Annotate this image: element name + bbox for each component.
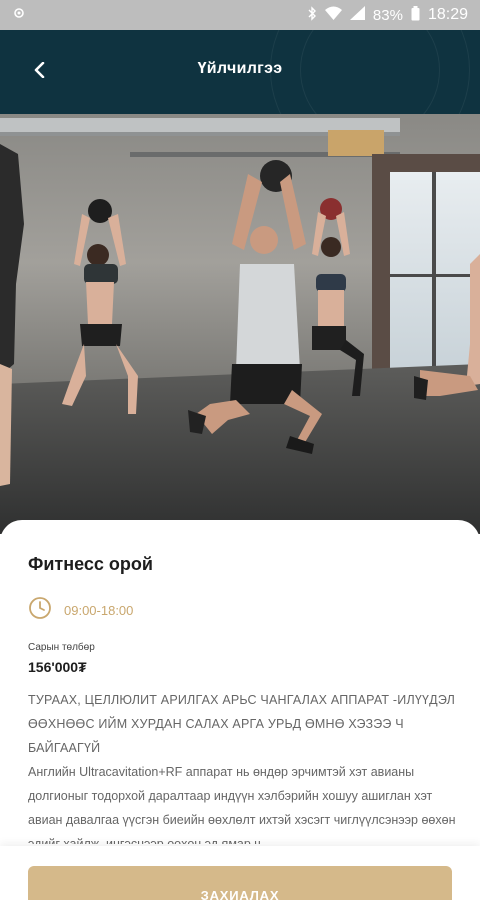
price-value: 156'000₮ [28,659,87,675]
app-notification-icon [12,6,26,24]
status-bar: 83% 18:29 [0,0,480,30]
price-label: Сарын төлбөр [28,642,95,653]
clock-icon [28,596,52,625]
description-body: Английн Ultracavitation+RF аппарат нь өн… [28,765,456,844]
service-title: Фитнесс орой [28,554,153,574]
description-heading: ТУРААХ, ЦЕЛЛЮЛИТ АРИЛГАХ АРЬС ЧАНГАЛАХ А… [28,693,455,755]
wifi-icon [324,6,342,24]
page-title: Үйлчилгээ [197,60,283,77]
hours-text: 09:00-18:00 [64,603,134,618]
battery-percent: 83% [372,6,403,24]
battery-icon [411,5,420,25]
order-button[interactable]: ЗАХИАЛАХ [28,866,452,900]
clock-time: 18:29 [427,6,468,23]
signal-icon [349,6,365,24]
hero-image [0,114,480,534]
bluetooth-icon [307,5,317,25]
app-header: Үйлчилгээ [0,30,480,114]
service-hours: 09:00-18:00 [28,596,133,625]
service-detail-card: Фитнесс орой 09:00-18:00 Сарын төлбөр 15… [0,520,480,900]
bottom-action-bar: ЗАХИАЛАХ [0,846,480,900]
